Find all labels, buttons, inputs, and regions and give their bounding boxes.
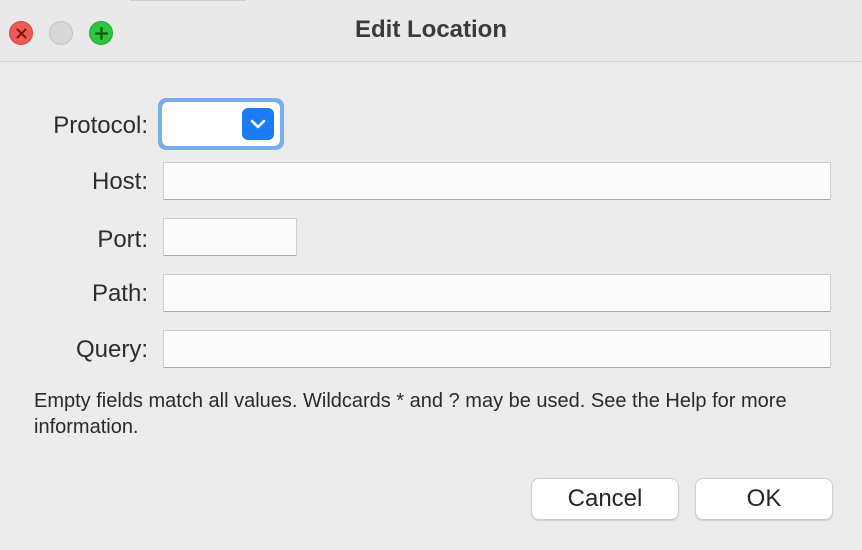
cancel-button[interactable]: Cancel [531, 478, 679, 520]
protocol-dropdown-button[interactable] [242, 108, 274, 140]
protocol-select-box[interactable] [162, 102, 280, 146]
path-label: Path: [91, 280, 148, 307]
query-label: Query: [75, 336, 148, 363]
help-hint-text: Empty fields match all values. Wildcards… [34, 390, 787, 438]
query-input[interactable] [163, 330, 831, 368]
window-edge [130, 0, 246, 1]
host-input[interactable] [163, 162, 831, 200]
path-input[interactable] [163, 274, 831, 312]
chevron-down-icon [250, 119, 266, 129]
protocol-label: Protocol: [53, 112, 148, 139]
port-input[interactable] [163, 218, 297, 256]
ok-button[interactable]: OK [695, 478, 833, 520]
protocol-select[interactable] [158, 98, 284, 150]
port-label: Port: [97, 226, 148, 253]
host-label: Host: [91, 168, 148, 195]
window-title: Edit Location [355, 16, 507, 43]
title-bar: Edit Location [0, 0, 862, 62]
